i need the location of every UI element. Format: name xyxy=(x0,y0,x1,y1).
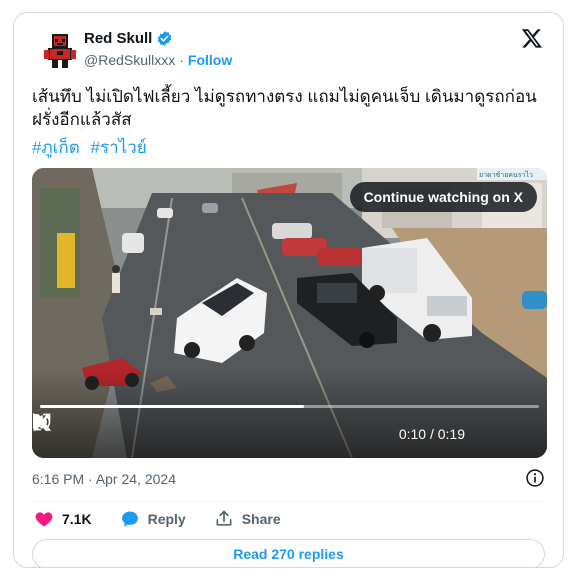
overlay-sign-text: ยาดาซ้ายคนราไว xyxy=(479,170,533,179)
follow-button[interactable]: Follow xyxy=(188,52,232,68)
author-name[interactable]: Red Skull xyxy=(84,30,152,47)
fullscreen-icon[interactable] xyxy=(32,412,52,432)
video-progress-fill xyxy=(40,405,305,408)
video-player[interactable]: ยาดาซ้ายคนราไว Continue watching on X 0:… xyxy=(32,168,547,458)
tweet-timestamp[interactable]: 6:16 PM · Apr 24, 2024 xyxy=(32,471,176,487)
share-button[interactable]: Share xyxy=(214,509,281,529)
tweet-card: Red Skull @RedSkullxxx · Follow เส้นทึบ … xyxy=(13,12,564,568)
like-count: 7.1K xyxy=(62,511,92,527)
x-logo-icon[interactable] xyxy=(521,27,543,49)
reply-label: Reply xyxy=(147,511,186,527)
video-time: 0:10 / 0:19 xyxy=(398,426,465,442)
handle-row: @RedSkullxxx · Follow xyxy=(84,52,232,68)
like-button[interactable]: 7.1K xyxy=(34,509,92,529)
hashtag-link[interactable]: #ภูเก็ต xyxy=(32,138,80,157)
reply-button[interactable]: Reply xyxy=(120,509,186,529)
hashtag-link[interactable]: #ราไวย์ xyxy=(91,138,147,157)
read-replies-button[interactable]: Read 270 replies xyxy=(32,539,545,567)
video-progress-bar[interactable] xyxy=(40,405,539,408)
info-icon[interactable] xyxy=(525,468,545,488)
hashtags: #ภูเก็ต #ราไวย์ xyxy=(32,134,153,161)
author-handle[interactable]: @RedSkullxxx xyxy=(84,52,175,68)
dot-separator: · xyxy=(179,52,184,68)
reply-bubble-icon xyxy=(121,511,138,527)
author-name-row: Red Skull xyxy=(84,30,173,47)
action-bar: 7.1K Reply Share xyxy=(34,509,309,529)
share-label: Share xyxy=(241,511,281,527)
verified-badge-icon xyxy=(158,31,172,46)
heart-icon xyxy=(35,512,53,527)
avatar[interactable] xyxy=(40,31,80,71)
share-icon xyxy=(216,510,232,526)
divider xyxy=(32,501,545,502)
tweet-text: เส้นทึบ ไม่เปิดไฟเลี้ยว ไม่ดูรถทางตรง แถ… xyxy=(32,87,537,129)
video-controls: 0:10 / 0:19 xyxy=(32,412,547,458)
continue-watching-button[interactable]: Continue watching on X xyxy=(349,182,537,212)
